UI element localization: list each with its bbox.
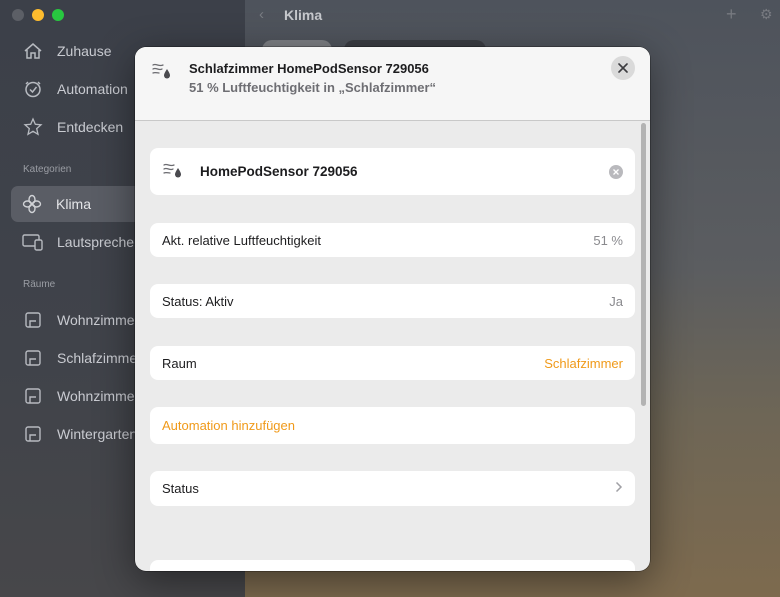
status-label: Status bbox=[162, 481, 199, 496]
accessory-name-value: HomePodSensor 729056 bbox=[200, 164, 358, 179]
add-icon[interactable]: + bbox=[726, 4, 737, 25]
humidity-value: 51 % bbox=[593, 232, 623, 248]
sidebar-item-label: Entdecken bbox=[57, 119, 124, 135]
humidity-label: Akt. relative Luftfeuchtigkeit bbox=[162, 232, 321, 248]
window-minimize-button[interactable] bbox=[32, 9, 44, 21]
room-select[interactable]: Schlafzimmer bbox=[544, 356, 623, 371]
gear-icon[interactable]: ⚙ bbox=[760, 6, 773, 23]
accessory-detail-modal: Schlafzimmer HomePodSensor 729056 51 % L… bbox=[135, 47, 650, 571]
sidebar-item-label: Automation bbox=[57, 81, 128, 97]
room-row[interactable]: Raum Schlafzimmer bbox=[150, 346, 635, 380]
house-icon bbox=[22, 40, 44, 62]
humidity-sensor-icon bbox=[162, 160, 184, 183]
accessory-name-field[interactable]: HomePodSensor 729056 bbox=[150, 148, 635, 195]
room-icon bbox=[22, 347, 44, 369]
star-icon bbox=[22, 116, 44, 138]
room-icon bbox=[22, 309, 44, 331]
room-icon bbox=[22, 385, 44, 407]
status-active-label: Status: Aktiv bbox=[162, 293, 234, 309]
section-header-rooms: Räume bbox=[23, 279, 56, 290]
modal-title: Schlafzimmer HomePodSensor 729056 bbox=[189, 61, 429, 76]
clear-text-button[interactable] bbox=[609, 164, 623, 179]
close-button[interactable] bbox=[611, 56, 635, 80]
window-title: Klima bbox=[284, 7, 323, 23]
status-row[interactable]: Status bbox=[150, 471, 635, 506]
sidebar-item-label: Wintergarten bbox=[57, 426, 138, 442]
window-close-button[interactable] bbox=[12, 9, 24, 21]
chevron-right-icon bbox=[615, 481, 623, 496]
partial-card bbox=[150, 560, 635, 571]
status-active-value: Ja bbox=[609, 293, 623, 309]
status-active-row: Status: Aktiv Ja bbox=[150, 284, 635, 318]
sidebar-item-label: Lautsprecher bbox=[57, 234, 139, 250]
clear-icon bbox=[613, 168, 619, 175]
window-zoom-button[interactable] bbox=[52, 9, 64, 21]
sidebar-item-label: Schlafzimmer bbox=[57, 350, 142, 366]
back-arrow-icon[interactable]: ‹ bbox=[259, 6, 264, 23]
sidebar-item-label: Zuhause bbox=[57, 43, 112, 59]
humidity-sensor-icon bbox=[151, 61, 173, 81]
sidebar-item-label: Wohnzimmer bbox=[57, 388, 140, 404]
modal-subtitle: 51 % Luftfeuchtigkeit in „Schlafzimmer“ bbox=[189, 80, 437, 95]
fan-icon bbox=[21, 193, 43, 215]
modal-header: Schlafzimmer HomePodSensor 729056 51 % L… bbox=[135, 47, 650, 121]
speaker-tv-icon bbox=[22, 231, 44, 253]
room-label: Raum bbox=[162, 355, 197, 371]
room-icon bbox=[22, 423, 44, 445]
close-icon bbox=[618, 63, 628, 73]
sidebar-item-label: Klima bbox=[56, 196, 92, 212]
section-header-categories: Kategorien bbox=[23, 164, 72, 175]
add-automation-button[interactable]: Automation hinzufügen bbox=[150, 407, 635, 444]
clock-check-icon bbox=[22, 78, 44, 100]
add-automation-label: Automation hinzufügen bbox=[162, 418, 295, 433]
humidity-row: Akt. relative Luftfeuchtigkeit 51 % bbox=[150, 223, 635, 257]
sidebar-item-label: Wohnzimmer bbox=[57, 312, 140, 328]
scrollbar[interactable] bbox=[641, 123, 646, 406]
